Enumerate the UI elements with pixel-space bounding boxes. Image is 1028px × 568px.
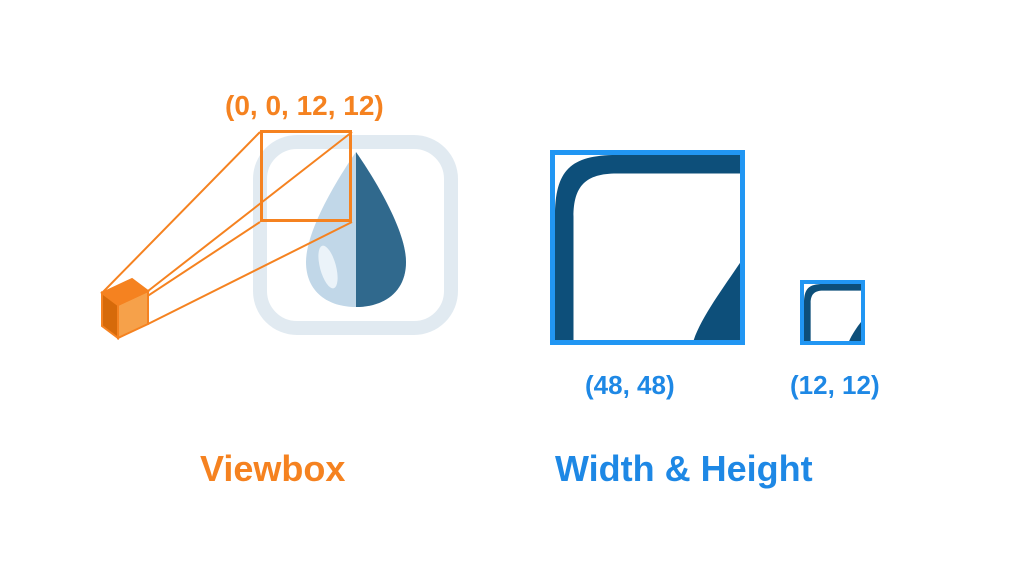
viewbox-title: Viewbox xyxy=(200,448,345,490)
rendered-48x48 xyxy=(550,150,745,345)
dimensions-48-label: (48, 48) xyxy=(585,370,675,401)
projection-prism xyxy=(0,0,1028,568)
viewbox-crop-square xyxy=(260,130,352,222)
cropped-svg-small xyxy=(804,284,861,341)
dimensions-12-label: (12, 12) xyxy=(790,370,880,401)
width-height-title: Width & Height xyxy=(555,448,813,490)
cropped-svg-large xyxy=(555,155,740,340)
rendered-12x12 xyxy=(800,280,865,345)
viewbox-coords-label: (0, 0, 12, 12) xyxy=(225,90,384,122)
